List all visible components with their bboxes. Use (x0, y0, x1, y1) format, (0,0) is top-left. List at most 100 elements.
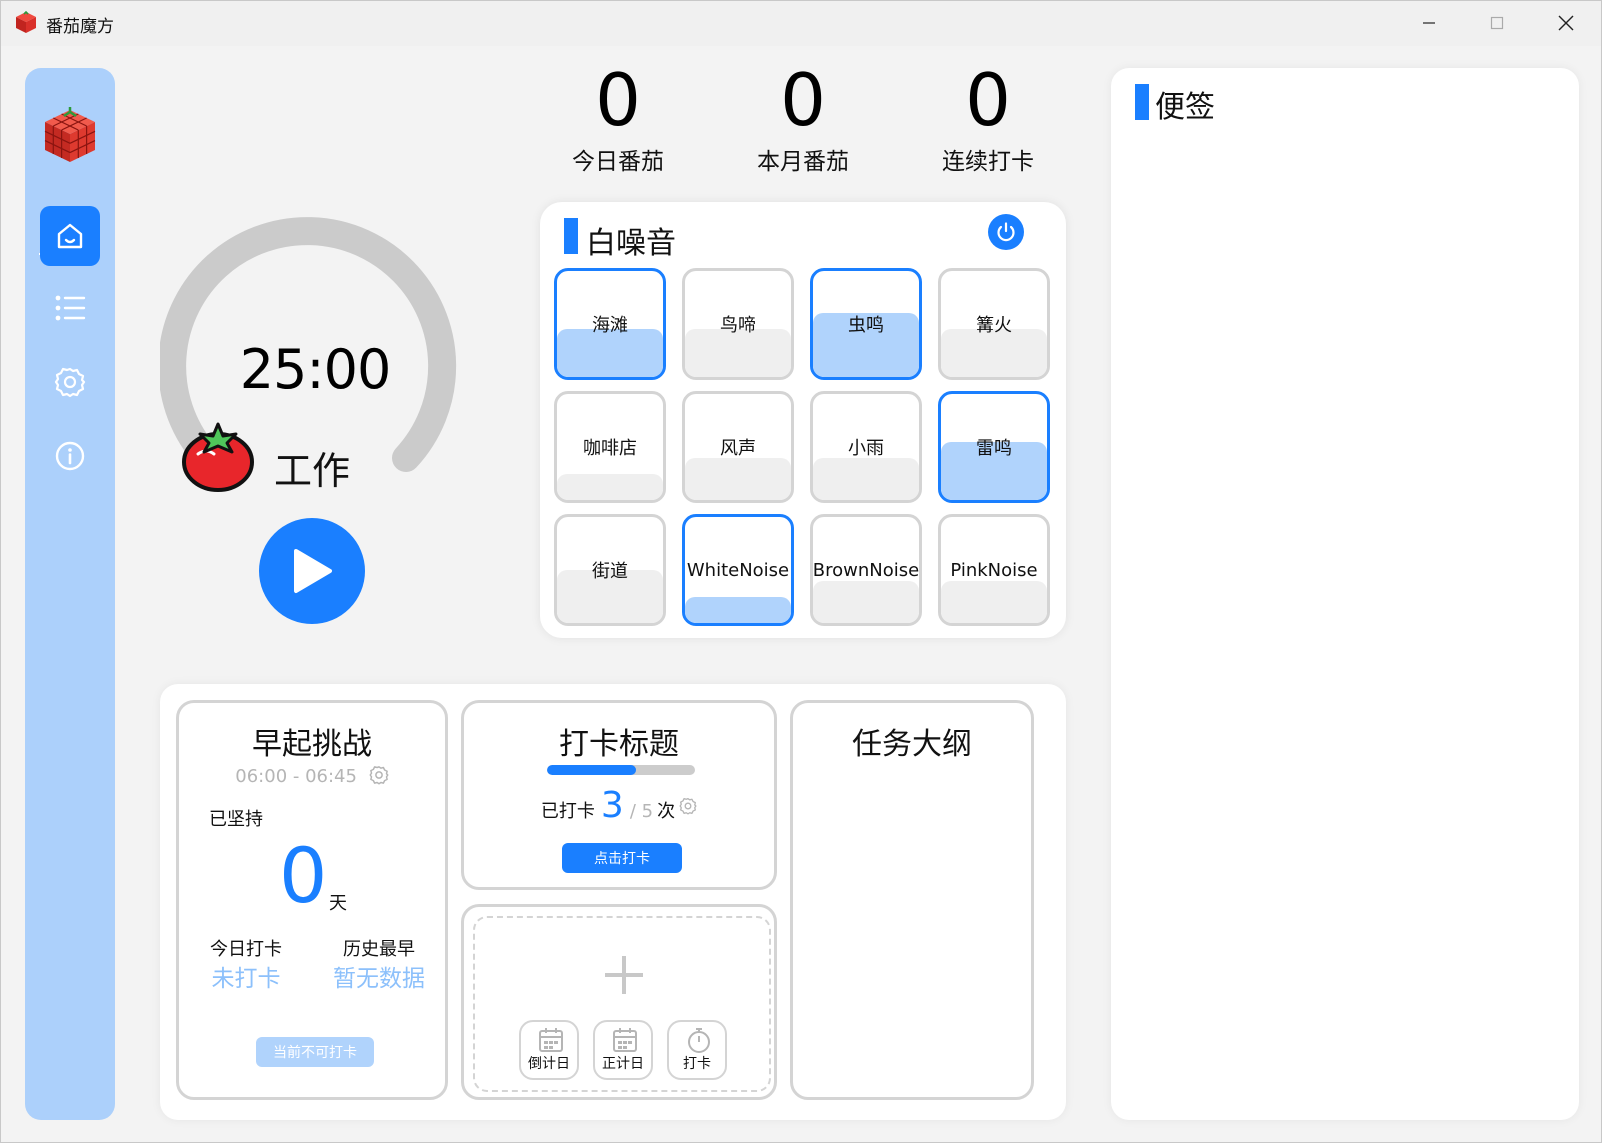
plus-icon[interactable] (603, 954, 645, 996)
noise-tile-label: 咖啡店 (583, 438, 637, 459)
white-noise-power-button[interactable] (988, 214, 1024, 250)
sidebar-item-list[interactable] (40, 278, 100, 338)
task-outline-title: 任务大纲 (852, 727, 972, 762)
noise-tile[interactable]: BrownNoise (810, 514, 922, 626)
noise-tile-label: 小雨 (848, 438, 884, 459)
noise-tile-label: 街道 (592, 561, 628, 582)
noise-tile[interactable]: 海滩 (554, 268, 666, 380)
noise-tile[interactable]: PinkNoise (938, 514, 1050, 626)
noise-tile-label: WhiteNoise (686, 559, 790, 581)
maximize-icon (1490, 16, 1504, 30)
play-icon (294, 549, 332, 593)
stat-month: 0 本月番茄 (733, 60, 873, 176)
add-countup-button[interactable]: 正计日 (593, 1020, 653, 1080)
early-challenge-time-range: 06:00 - 06:45 (235, 766, 357, 787)
section-marker (1135, 84, 1149, 120)
noise-tile[interactable]: WhiteNoise (682, 514, 794, 626)
calendar-icon (613, 1028, 637, 1052)
add-countdown-label: 倒计日 (528, 1056, 570, 1072)
maximize-button[interactable] (1463, 0, 1531, 46)
noise-tile-label: 海滩 (592, 315, 628, 336)
timer-mode-label: 工作 (274, 449, 351, 493)
noise-tile[interactable]: 鸟啼 (682, 268, 794, 380)
stat-streak: 0 连续打卡 (918, 60, 1058, 176)
calendar-icon (539, 1028, 563, 1052)
noise-tile-label: PinkNoise (950, 559, 1038, 581)
power-icon (997, 222, 1015, 242)
checkin-total: / 5 (629, 801, 654, 822)
notes-panel[interactable]: 便签 (1111, 68, 1579, 1120)
stopwatch-icon (688, 1028, 710, 1053)
best-time-value: 暂无数据 (333, 966, 425, 992)
noise-tile-label: 雷鸣 (976, 438, 1012, 459)
noise-tile[interactable]: 小雨 (810, 391, 922, 503)
noise-tile[interactable]: 街道 (554, 514, 666, 626)
today-checkin-label: 今日打卡 (210, 939, 282, 960)
section-marker (564, 218, 578, 254)
sidebar-item-home[interactable] (40, 206, 100, 266)
add-checkin-button[interactable]: 打卡 (667, 1020, 727, 1080)
add-checkin-label: 打卡 (683, 1056, 711, 1072)
noise-tile-label: 篝火 (976, 315, 1012, 336)
window-title: 番茄魔方 (46, 17, 114, 37)
noise-tile[interactable]: 风声 (682, 391, 794, 503)
noise-tile-label: 虫鸣 (848, 315, 884, 336)
checkin-unit: 次 (657, 801, 676, 822)
stat-streak-value: 0 (965, 58, 1011, 142)
gear-icon[interactable] (369, 765, 389, 785)
stat-today: 0 今日番茄 (548, 60, 688, 176)
checkin-title: 打卡标题 (559, 727, 679, 762)
stat-month-label: 本月番茄 (757, 149, 849, 175)
early-challenge-title: 早起挑战 (252, 727, 372, 762)
title-bar: 番茄魔方 (0, 0, 1602, 46)
list-icon (55, 295, 86, 321)
add-widget-card: 倒计日 正计日 打卡 (461, 904, 777, 1100)
timer-display: 25:00 (239, 338, 392, 401)
early-challenge-time: 06:00 - 06:45 (179, 765, 445, 787)
widgets-panel: 早起挑战 06:00 - 06:45 已坚持 0 天 今日打卡 未打卡 历史最早… (160, 684, 1066, 1120)
noise-tile-label: BrownNoise (812, 559, 920, 581)
app-logo-icon (16, 10, 36, 33)
noise-tile[interactable]: 篝火 (938, 268, 1050, 380)
checkin-progress-bar (547, 765, 695, 775)
add-countup-label: 正计日 (602, 1056, 644, 1072)
info-icon (55, 441, 85, 471)
stat-streak-label: 连续打卡 (942, 149, 1034, 175)
stat-today-label: 今日番茄 (572, 149, 664, 175)
tomato-icon (182, 422, 254, 492)
minimize-icon (1423, 22, 1435, 24)
today-checkin-value: 未打卡 (211, 966, 281, 992)
noise-tile-label: 鸟啼 (720, 315, 756, 336)
rubik-tomato-logo-icon (44, 107, 96, 162)
white-noise-panel: 白噪音 海滩 鸟啼 虫鸣 篝火咖啡店 风声 小雨 雷鸣街道 WhiteNoise BrownNo… (540, 202, 1066, 638)
checkin-progress-fill (547, 765, 636, 775)
best-time-label: 历史最早 (343, 939, 415, 960)
checkin-button[interactable]: 点击打卡 (562, 843, 682, 873)
noise-tile[interactable]: 虫鸣 (810, 268, 922, 380)
early-checkin-button-disabled: 当前不可打卡 (256, 1037, 374, 1067)
close-button[interactable] (1532, 0, 1600, 46)
checkin-prefix: 已打卡 (540, 801, 595, 822)
stat-today-value: 0 (595, 58, 641, 142)
noise-tile[interactable]: 雷鸣 (938, 391, 1050, 503)
white-noise-title: 白噪音 (586, 226, 676, 261)
notes-title: 便签 (1155, 90, 1215, 125)
close-icon (1558, 15, 1574, 31)
sidebar-item-about[interactable] (40, 426, 100, 486)
play-button[interactable] (259, 518, 365, 624)
persist-label: 已坚持 (209, 809, 263, 830)
noise-tile[interactable]: 咖啡店 (554, 391, 666, 503)
sidebar-item-settings[interactable] (40, 352, 100, 412)
early-challenge-card: 早起挑战 06:00 - 06:45 已坚持 0 天 今日打卡 未打卡 历史最早… (176, 700, 448, 1100)
gear-icon[interactable] (679, 797, 697, 815)
checkin-card: 打卡标题 已打卡 3 / 5 次 点击打卡 (461, 700, 777, 890)
persist-days-unit: 天 (329, 893, 347, 914)
stat-month-value: 0 (780, 58, 826, 142)
add-countdown-button[interactable]: 倒计日 (519, 1020, 579, 1080)
task-outline-card[interactable]: 任务大纲 (790, 700, 1034, 1100)
minimize-button[interactable] (1395, 0, 1463, 46)
home-icon (57, 223, 83, 249)
persist-days-value: 0 (279, 831, 328, 920)
noise-tile-label: 风声 (720, 438, 756, 459)
add-widget-dropzone: 倒计日 正计日 打卡 (473, 916, 771, 1092)
